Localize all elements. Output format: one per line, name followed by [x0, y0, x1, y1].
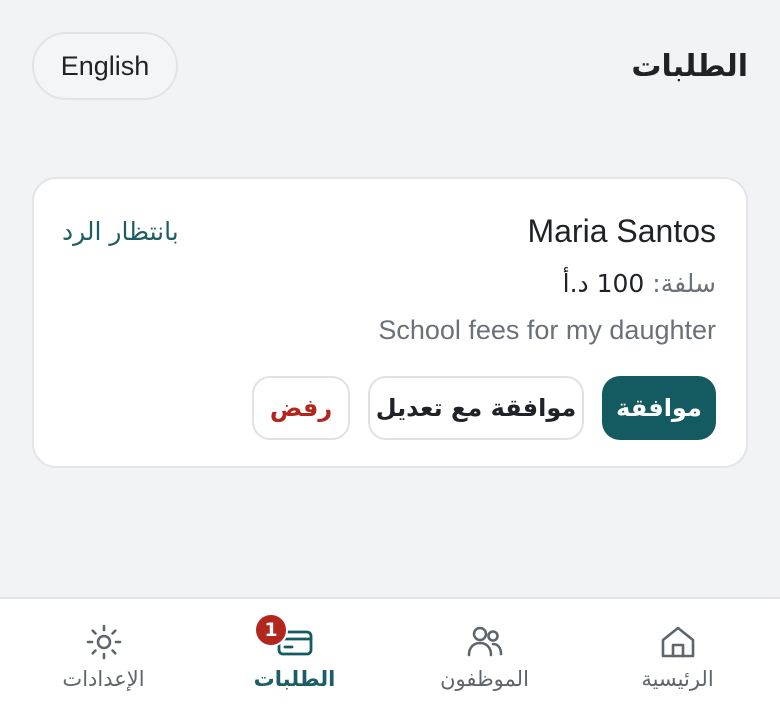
- bottom-nav: الرئيسية الموظفون 1 الطلبات الإعدادات: [0, 597, 780, 720]
- requests-screen: الطلبات English Maria Santos بانتظار الر…: [0, 0, 780, 720]
- request-type-label: سلفة:: [652, 269, 716, 298]
- sun-icon: [86, 624, 121, 660]
- language-toggle-button[interactable]: English: [32, 32, 178, 100]
- approve-button[interactable]: موافقة: [602, 376, 716, 440]
- nav-item-settings[interactable]: الإعدادات: [6, 599, 201, 720]
- request-amount: سلفة: 100 د.أ: [563, 269, 716, 298]
- header: الطلبات English: [32, 32, 748, 100]
- nav-label-settings: الإعدادات: [62, 667, 145, 691]
- requests-badge: 1: [254, 613, 288, 647]
- request-actions: موافقة موافقة مع تعديل رفض: [252, 376, 716, 440]
- employee-name: Maria Santos: [527, 213, 716, 249]
- page-title: الطلبات: [631, 48, 748, 84]
- nav-item-home[interactable]: الرئيسية: [580, 599, 775, 720]
- status-badge: بانتظار الرد: [62, 217, 179, 246]
- nav-item-requests[interactable]: 1 الطلبات: [197, 599, 392, 720]
- people-icon: [467, 626, 502, 657]
- amount-value: 100 د.أ: [562, 269, 645, 298]
- nav-item-employees[interactable]: الموظفون: [387, 599, 582, 720]
- request-reason: School fees for my daughter: [378, 315, 716, 345]
- home-icon: [661, 626, 694, 658]
- nav-label-requests: الطلبات: [253, 667, 336, 691]
- reject-button[interactable]: رفض: [252, 376, 350, 440]
- approve-with-edit-button[interactable]: موافقة مع تعديل: [368, 376, 584, 440]
- nav-label-home: الرئيسية: [641, 667, 714, 691]
- request-card: Maria Santos بانتظار الرد سلفة: 100 د.أ …: [32, 177, 748, 468]
- nav-label-employees: الموظفون: [440, 667, 529, 691]
